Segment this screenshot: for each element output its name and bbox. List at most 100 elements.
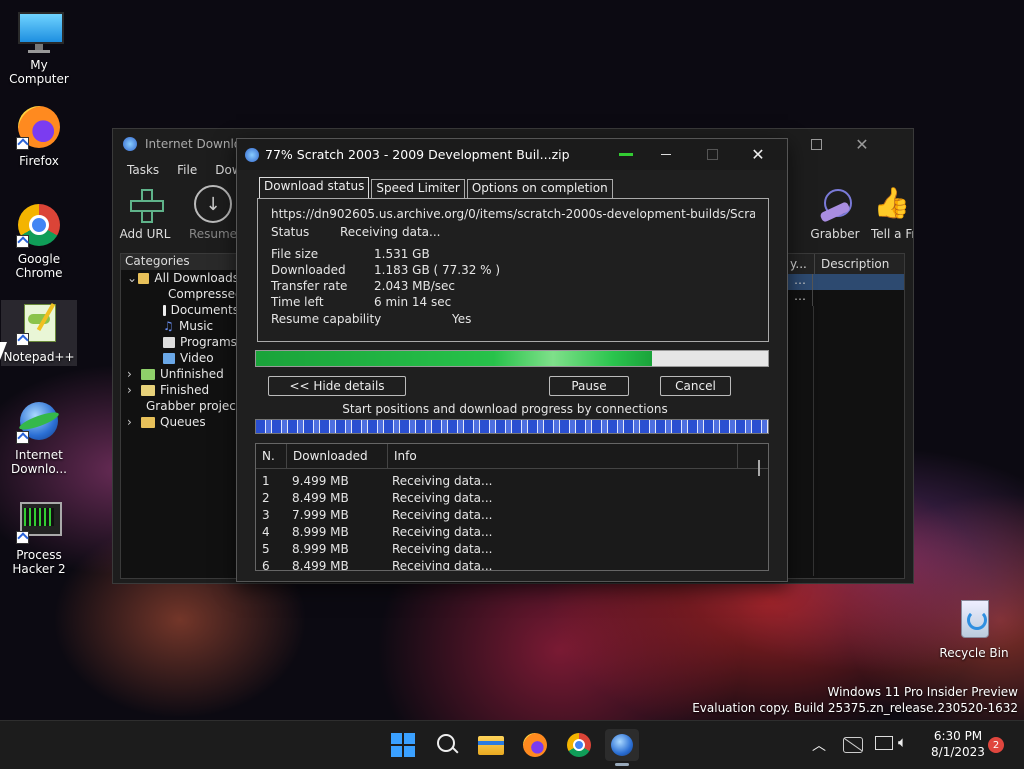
add-url-label: Add URL xyxy=(119,227,171,241)
dialog-titlebar[interactable]: 77% Scratch 2003 - 2009 Development Buil… xyxy=(237,139,787,170)
desktop-icon-recycle-bin[interactable]: Recycle Bin xyxy=(936,596,1012,660)
table-row[interactable]: 6 8.499 MB Receiving data... xyxy=(256,557,768,571)
tell-friend-button[interactable]: 👍 Tell a Fr xyxy=(871,185,913,241)
desktop-icon-chrome[interactable]: Google Chrome xyxy=(1,202,77,280)
download-progress-fill xyxy=(256,351,652,366)
notepadpp-icon xyxy=(16,300,62,346)
tree-item-grabber-projects[interactable]: Grabber projects xyxy=(121,398,239,414)
search-button[interactable] xyxy=(431,729,463,761)
firefox-icon xyxy=(16,104,62,150)
thumbs-up-icon: 👍 xyxy=(873,186,911,221)
taskbar-firefox-button[interactable] xyxy=(519,729,551,761)
chevron-right-icon: › xyxy=(127,415,132,429)
downloads-list-row[interactable]: … xyxy=(788,290,904,306)
tree-label: Compressed xyxy=(168,287,239,301)
folder-icon xyxy=(141,368,155,380)
close-icon: ✕ xyxy=(751,145,765,164)
tree-item-all-downloads[interactable]: ⌄ All Downloads xyxy=(121,270,239,286)
cursor-icon xyxy=(619,153,633,156)
taskbar-chrome-button[interactable] xyxy=(563,729,595,761)
column-header-info[interactable]: Info xyxy=(388,444,738,468)
desktop-icon-notepadpp[interactable]: Notepad++ xyxy=(1,300,77,366)
chevron-up-icon: ︿ xyxy=(812,738,826,754)
menu-tasks[interactable]: Tasks xyxy=(127,163,159,177)
file-explorer-button[interactable] xyxy=(475,729,507,761)
downloads-list-row-selected[interactable]: … xyxy=(788,274,904,290)
maximize-button[interactable] xyxy=(793,129,839,159)
connections-table-body: 1 9.499 MB Receiving data... 2 8.499 MB Rece… xyxy=(256,469,768,571)
network-status-icon[interactable] xyxy=(843,737,863,753)
table-row[interactable]: 4 8.999 MB Receiving data... xyxy=(256,523,768,540)
table-row[interactable]: 1 9.499 MB Receiving data... xyxy=(256,472,768,489)
tree-item-finished[interactable]: › Finished xyxy=(121,382,239,398)
close-button[interactable]: ✕ xyxy=(839,129,885,159)
column-header-description[interactable]: Description xyxy=(815,254,889,274)
tree-item-compressed[interactable]: Compressed xyxy=(121,286,239,302)
display-icon[interactable] xyxy=(875,736,893,750)
table-row[interactable]: 3 7.999 MB Receiving data... xyxy=(256,506,768,523)
grabber-button[interactable]: Grabber xyxy=(809,185,861,241)
cell-n: 6 xyxy=(262,558,270,571)
tree-item-video[interactable]: Video xyxy=(121,350,239,366)
tree-item-queues[interactable]: › Queues xyxy=(121,414,239,430)
hide-details-button[interactable]: << Hide details xyxy=(268,376,406,396)
minimize-button[interactable] xyxy=(643,139,689,170)
download-progress-dialog[interactable]: 77% Scratch 2003 - 2009 Development Buil… xyxy=(236,138,788,582)
categories-panel: Categories ⌄ All Downloads Compressed Doc… xyxy=(120,253,240,579)
tab-download-status[interactable]: Download status xyxy=(259,177,370,198)
desktop-icon-idm[interactable]: Internet Downlo... xyxy=(1,398,77,476)
tree-label: Unfinished xyxy=(160,367,224,381)
notification-badge[interactable]: 2 xyxy=(988,737,1004,753)
dialog-title: 77% Scratch 2003 - 2009 Development Buil… xyxy=(265,147,570,162)
desktop-icon-firefox[interactable]: Firefox xyxy=(1,104,77,168)
download-url: https://dn902605.us.archive.org/0/items/… xyxy=(271,207,755,221)
idm-logo-icon xyxy=(123,137,137,151)
desktop-icon-process-hacker[interactable]: Process Hacker 2 xyxy=(1,498,77,576)
maximize-icon xyxy=(810,138,822,150)
time-left-label: Time left xyxy=(271,295,324,309)
folder-icon xyxy=(141,416,155,428)
idm-main-window-controls: ✕ xyxy=(793,129,885,159)
cell-downloaded: 8.999 MB xyxy=(292,541,349,556)
folder-icon xyxy=(141,384,155,396)
vertical-scrollbar[interactable] xyxy=(758,460,760,476)
desktop-icon-label: Notepad++ xyxy=(3,350,75,364)
clock-date: 8/1/2023 xyxy=(931,745,985,759)
watermark-line-1: Windows 11 Pro Insider Preview xyxy=(827,685,1018,699)
tab-options-on-completion[interactable]: Options on completion xyxy=(466,179,613,198)
tree-item-documents[interactable]: Documents xyxy=(121,302,239,318)
download-status-panel: https://dn902605.us.archive.org/0/items/… xyxy=(257,198,769,342)
column-header-downloaded[interactable]: Downloaded xyxy=(287,444,388,468)
tree-item-unfinished[interactable]: › Unfinished xyxy=(121,366,239,382)
table-row[interactable]: 5 8.999 MB Receiving data... xyxy=(256,540,768,557)
resume-button[interactable]: ↓ Resume xyxy=(187,185,239,241)
tree-label: Grabber projects xyxy=(146,399,239,413)
show-hidden-icons-button[interactable]: ︿ xyxy=(812,735,826,755)
watermark-line-2: Evaluation copy. Build 25375.zn_release.… xyxy=(692,701,1018,715)
pause-button[interactable]: Pause xyxy=(549,376,629,396)
taskbar-idm-button[interactable] xyxy=(605,729,639,766)
tab-speed-limiter[interactable]: Speed Limiter xyxy=(371,179,465,198)
tree-item-programs[interactable]: Programs xyxy=(121,334,239,350)
start-button[interactable] xyxy=(387,729,419,761)
column-header-n[interactable]: N. xyxy=(256,444,287,468)
table-row[interactable]: 2 8.499 MB Receiving data... xyxy=(256,489,768,506)
column-header-date[interactable]: y... xyxy=(788,254,815,274)
windows-logo-icon xyxy=(391,733,415,757)
tree-label: Music xyxy=(179,319,214,333)
add-url-button[interactable]: Add URL xyxy=(119,185,171,241)
close-button[interactable]: ✕ xyxy=(735,139,781,170)
clock[interactable]: 6:30 PM 8/1/2023 xyxy=(920,728,996,760)
idm-logo-icon xyxy=(245,147,259,162)
cell-downloaded: 8.499 MB xyxy=(292,490,349,505)
notification-count: 2 xyxy=(992,739,1000,751)
taskbar: ︿ 🔈︎ 6:30 PM 8/1/2023 2 xyxy=(0,720,1024,769)
volume-icon[interactable]: 🔈︎ xyxy=(898,733,907,751)
cancel-button[interactable]: Cancel xyxy=(660,376,731,396)
connections-table[interactable]: N. Downloaded Info 1 9.499 MB Receiving da… xyxy=(255,443,769,571)
menu-file[interactable]: File xyxy=(177,163,197,177)
tree-item-music[interactable]: ♫ Music xyxy=(121,318,239,334)
recycle-bin-icon xyxy=(951,596,997,642)
desktop-icon-my-computer[interactable]: My Computer xyxy=(1,8,77,86)
tell-friend-label: Tell a Fr xyxy=(871,227,913,241)
